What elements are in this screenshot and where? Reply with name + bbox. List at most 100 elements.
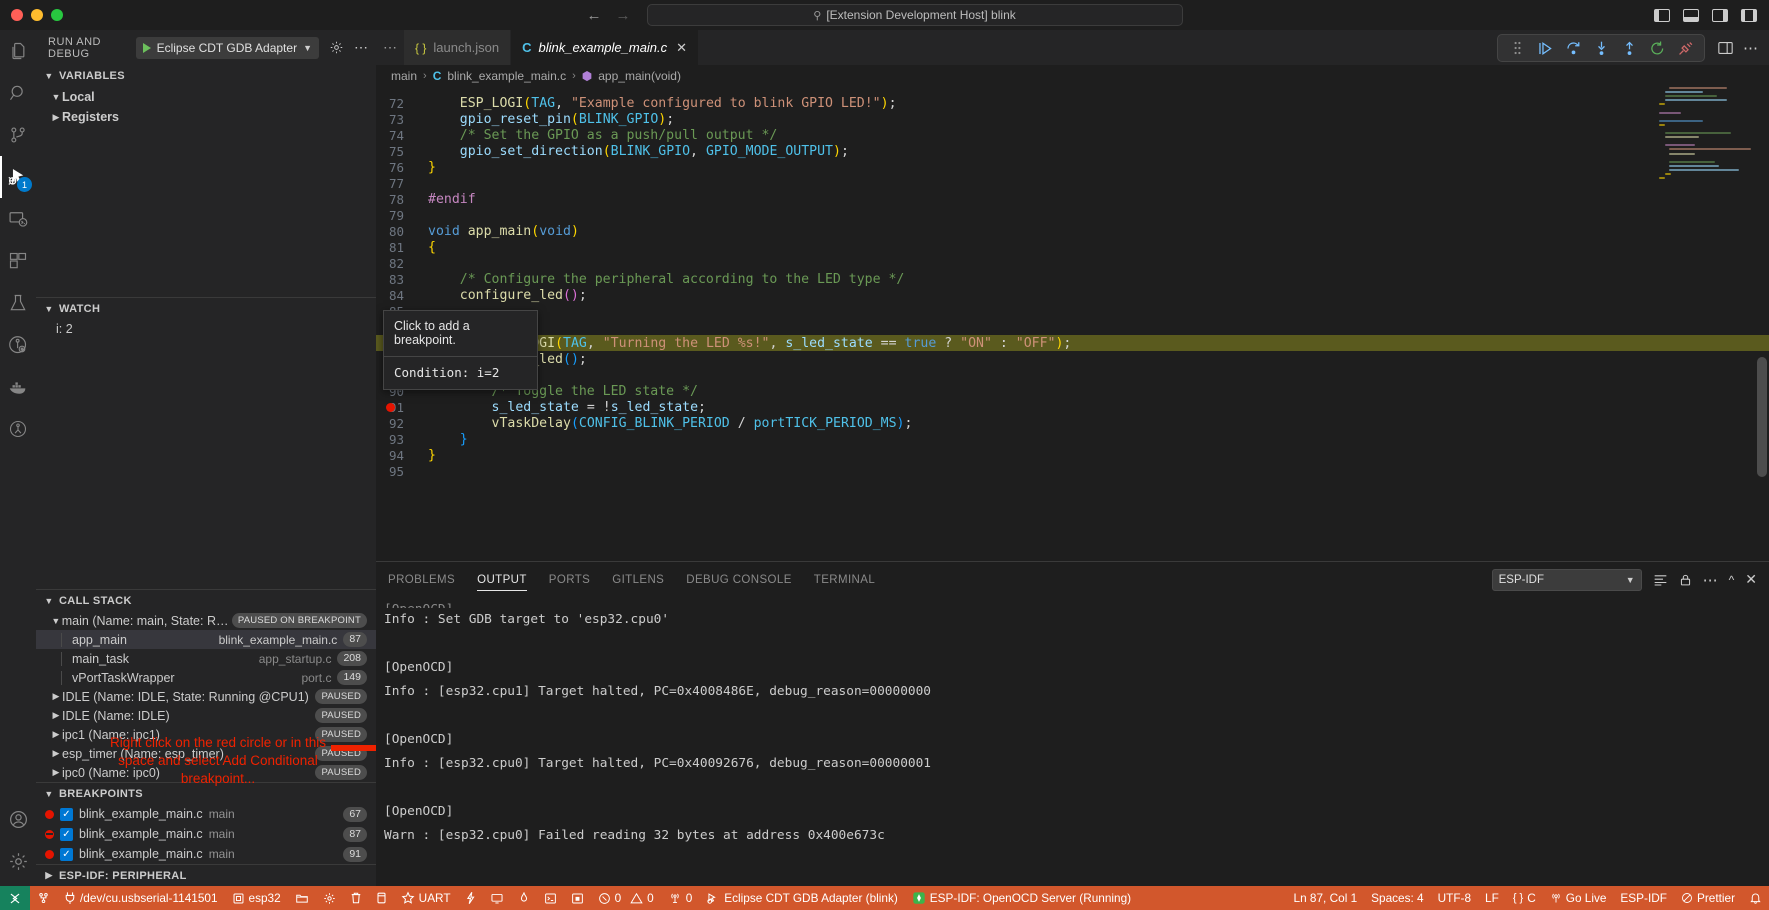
chevron-up-icon[interactable]: ^	[1729, 573, 1735, 587]
breadcrumb-item-file[interactable]: blink_example_main.c	[447, 69, 566, 83]
go-forward-icon[interactable]: →	[616, 7, 631, 24]
editor-actions[interactable]: ⋯	[1718, 30, 1769, 65]
toggle-secondary-sidebar-icon[interactable]	[1712, 9, 1728, 22]
output-view[interactable]: [OpenOCD] Info : Set GDB target to 'esp3…	[376, 597, 1769, 886]
panel-tab-ports[interactable]: PORTS	[549, 562, 590, 597]
clear-icon[interactable]	[1653, 573, 1668, 587]
status-flash-device[interactable]	[369, 886, 394, 910]
watch-expression-row[interactable]: i: 2	[36, 319, 376, 339]
navigation-arrows[interactable]: ← →	[587, 7, 631, 24]
call-stack-frame-row[interactable]: vPortTaskWrapper port.c 149	[36, 668, 376, 687]
sidebar-more-actions-button[interactable]: ⋯	[354, 39, 368, 56]
panel-tab-output[interactable]: OUTPUT	[477, 562, 527, 597]
breadcrumb[interactable]: main › C blink_example_main.c › ⬢ app_ma…	[376, 65, 1769, 87]
status-flash-method[interactable]	[30, 886, 57, 910]
output-channel-dropdown[interactable]: ESP-IDF ▼	[1492, 569, 1642, 591]
call-stack-thread-idle-cpu1[interactable]: ▶ IDLE (Name: IDLE, State: Running @CPU1…	[36, 687, 376, 706]
status-eol[interactable]: LF	[1478, 886, 1506, 910]
breakpoint-checkbox[interactable]: ✓	[60, 828, 73, 841]
status-monitor-device[interactable]	[483, 886, 511, 910]
activity-item-source-control[interactable]	[0, 114, 36, 156]
debug-toolbar[interactable]	[1497, 34, 1705, 62]
breakpoint-dot-icon[interactable]	[45, 810, 54, 819]
status-flame[interactable]	[511, 886, 537, 910]
breadcrumb-item-symbol[interactable]: app_main(void)	[598, 69, 681, 83]
lock-icon[interactable]	[1679, 573, 1692, 587]
split-editor-icon[interactable]	[1718, 41, 1733, 55]
status-language-mode[interactable]: { } C	[1506, 886, 1543, 910]
call-stack-section-header[interactable]: ▼ CALL STACK	[36, 589, 376, 611]
panel-tab-problems[interactable]: PROBLEMS	[388, 562, 455, 597]
disconnect-icon[interactable]	[1673, 37, 1697, 59]
status-clean[interactable]	[343, 886, 369, 910]
watch-section-header[interactable]: ▼ WATCH	[36, 297, 376, 319]
launch-configuration-dropdown[interactable]: Eclipse CDT GDB Adapter ▼	[136, 37, 319, 59]
continue-icon[interactable]	[1533, 37, 1557, 59]
tab-blink-example-main-c[interactable]: C blink_example_main.c ✕	[511, 30, 699, 65]
status-remote-host[interactable]	[0, 886, 30, 910]
status-target-chip[interactable]: esp32	[225, 886, 288, 910]
close-icon[interactable]: ✕	[1745, 571, 1757, 588]
call-stack-thread-idle[interactable]: ▶ IDLE (Name: IDLE) PAUSED	[36, 706, 376, 725]
command-center[interactable]: ⚲ [Extension Development Host] blink	[647, 4, 1183, 26]
status-indentation[interactable]: Spaces: 4	[1364, 886, 1430, 910]
status-go-live[interactable]: Go Live	[1543, 886, 1614, 910]
status-problems[interactable]: 0 0	[591, 886, 661, 910]
call-stack-thread-main[interactable]: ▼ main (Name: main, State: Ru… PAUSED ON…	[36, 611, 376, 630]
open-launch-json-button[interactable]	[329, 40, 344, 55]
editor-breakpoint-dot-icon[interactable]	[386, 403, 395, 412]
step-out-icon[interactable]	[1617, 37, 1641, 59]
breakpoint-checkbox[interactable]: ✓	[60, 808, 73, 821]
activity-item-rainmaker[interactable]	[0, 408, 36, 450]
status-monitor-uart[interactable]: UART	[394, 886, 458, 910]
step-over-icon[interactable]	[1561, 37, 1585, 59]
activity-item-accounts[interactable]	[0, 798, 36, 840]
breakpoint-row[interactable]: ✓ blink_example_main.c main 87	[36, 824, 376, 844]
status-debug-session[interactable]: Eclipse CDT GDB Adapter (blink)	[699, 886, 905, 910]
tab-launch-json[interactable]: { } launch.json	[404, 30, 511, 65]
toggle-primary-sidebar-icon[interactable]	[1654, 9, 1670, 22]
go-back-icon[interactable]: ←	[587, 7, 602, 24]
variables-section-header[interactable]: ▼ VARIABLES	[36, 65, 376, 87]
activity-item-testing[interactable]	[0, 282, 36, 324]
activity-item-manage-settings[interactable]	[0, 840, 36, 882]
status-notifications[interactable]	[1742, 886, 1769, 910]
status-terminal[interactable]	[537, 886, 564, 910]
activity-item-search[interactable]	[0, 72, 36, 114]
call-stack-frame-row[interactable]: app_main blink_example_main.c 87	[36, 630, 376, 649]
activity-item-run-and-debug[interactable]: 1	[0, 156, 36, 198]
call-stack-frame-row[interactable]: main_task app_startup.c 208	[36, 649, 376, 668]
customize-layout-icon[interactable]	[1741, 9, 1757, 22]
activity-item-remote-explorer[interactable]	[0, 198, 36, 240]
status-prettier[interactable]: Prettier	[1674, 886, 1742, 910]
panel-tab-debug-console[interactable]: DEBUG CONSOLE	[686, 562, 792, 597]
panel-tab-gitlens[interactable]: GITLENS	[612, 562, 664, 597]
panel-tab-terminal[interactable]: TERMINAL	[814, 562, 875, 597]
variables-scope-registers[interactable]: ▶ Registers	[36, 107, 376, 127]
breakpoint-row[interactable]: ✓ blink_example_main.c main 67	[36, 804, 376, 824]
close-icon[interactable]: ✕	[676, 40, 687, 56]
activity-item-docker[interactable]	[0, 366, 36, 408]
minimap[interactable]	[1651, 87, 1755, 267]
toggle-panel-icon[interactable]	[1683, 9, 1699, 22]
code-editor[interactable]: 72 ESP_LOGI(TAG, "Example configured to …	[376, 87, 1769, 561]
status-editor-position[interactable]: Ln 87, Col 1	[1287, 886, 1365, 910]
peripheral-section-header[interactable]: ▶ ESP-IDF: PERIPHERAL	[36, 864, 376, 886]
breadcrumb-item-main[interactable]: main	[391, 69, 417, 83]
ellipsis-icon[interactable]: ⋯	[1743, 39, 1758, 57]
status-qemu[interactable]	[564, 886, 591, 910]
conditional-breakpoint-dot-icon[interactable]	[45, 830, 54, 839]
status-encoding[interactable]: UTF-8	[1431, 886, 1478, 910]
activity-item-explorer[interactable]	[0, 30, 36, 72]
status-serial-port[interactable]: /dev/cu.usbserial-1141501	[57, 886, 225, 910]
status-openocd-server[interactable]: ESP-IDF: OpenOCD Server (Running)	[905, 886, 1138, 910]
tab-overflow-icon[interactable]: ⋯	[376, 30, 404, 65]
status-esp-idf-version[interactable]: ESP-IDF	[1613, 886, 1674, 910]
step-into-icon[interactable]	[1589, 37, 1613, 59]
status-menuconfig[interactable]	[288, 886, 316, 910]
grip-icon[interactable]	[1505, 37, 1529, 59]
ellipsis-icon[interactable]: ⋯	[1703, 571, 1718, 589]
status-debug-action[interactable]	[458, 886, 483, 910]
breakpoint-dot-icon[interactable]	[45, 850, 54, 859]
variables-scope-local[interactable]: ▼ Local	[36, 87, 376, 107]
